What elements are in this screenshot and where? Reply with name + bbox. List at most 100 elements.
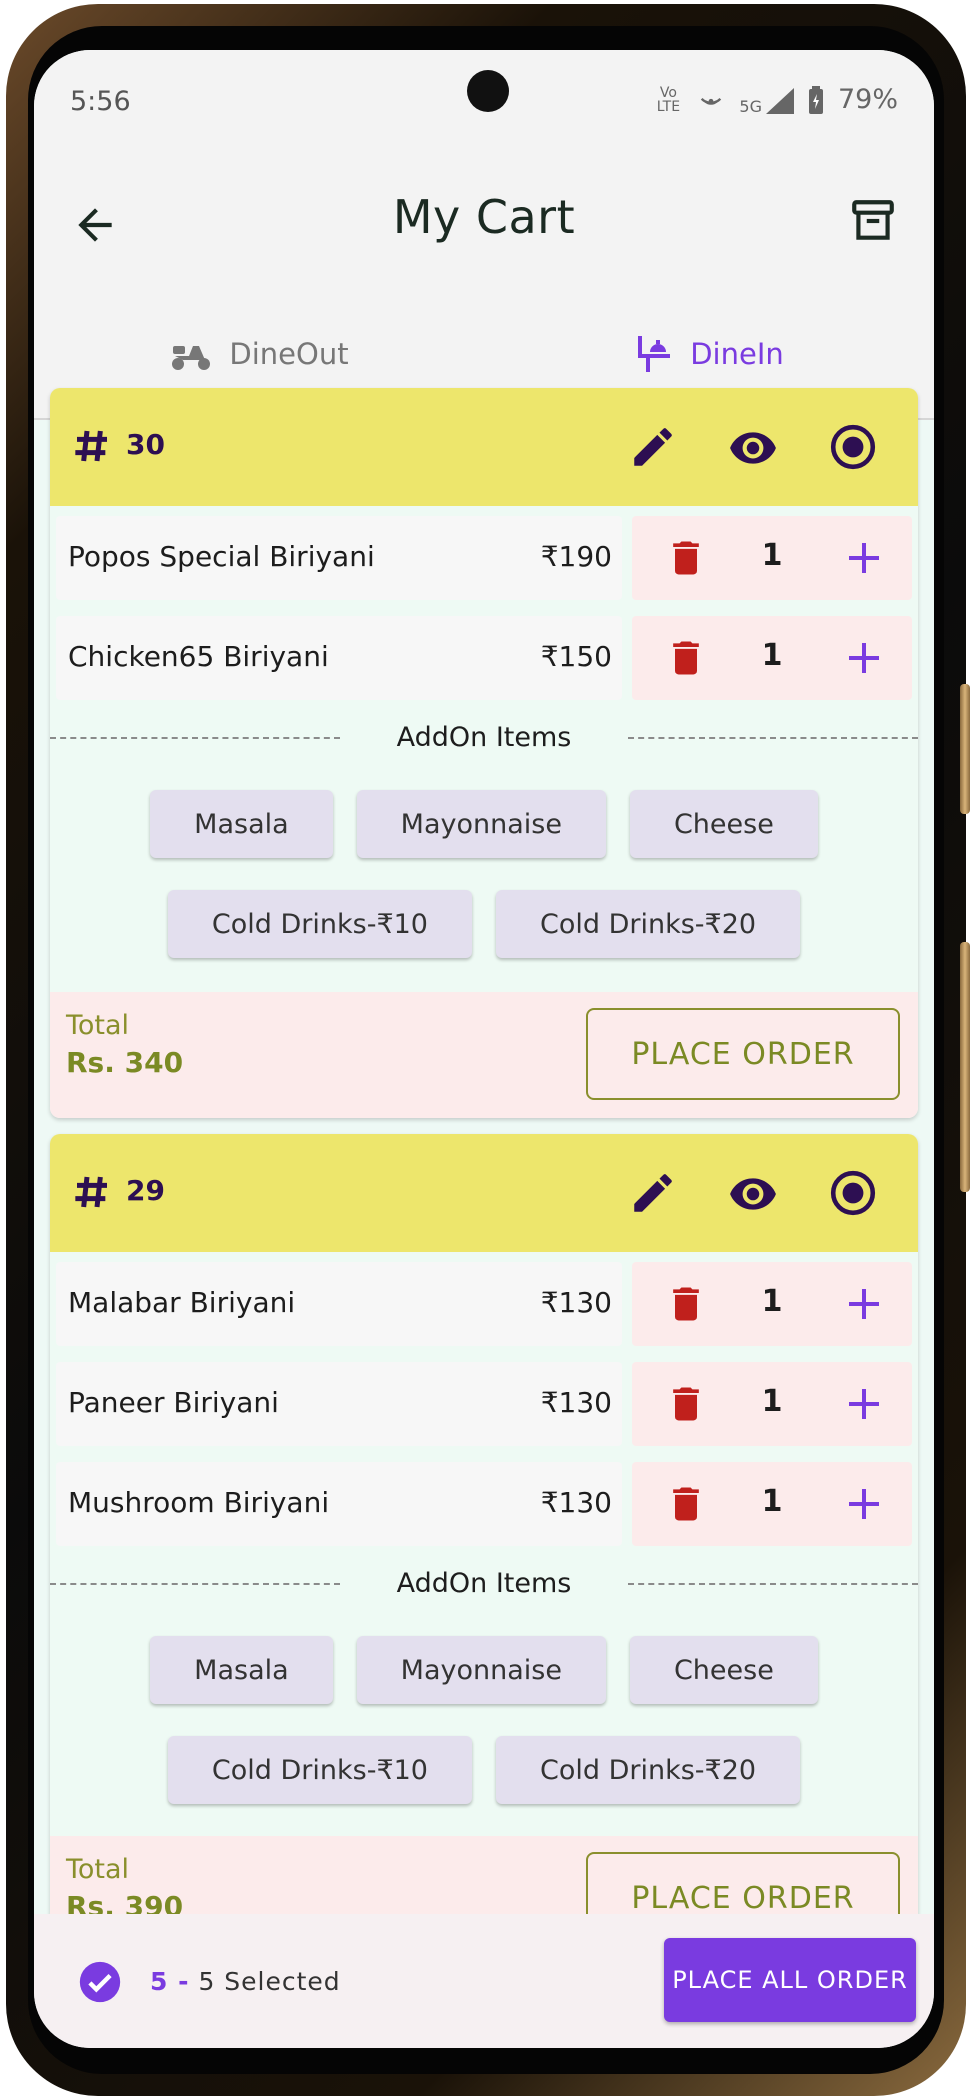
addon-chips-row: Cold Drinks-₹10 Cold Drinks-₹20 xyxy=(50,1736,918,1804)
signal-bars-icon xyxy=(765,87,794,114)
cart-item-row: Popos Special Biriyani ₹190 1 xyxy=(56,516,912,600)
radio-selected-icon[interactable] xyxy=(828,1168,878,1218)
addon-divider: AddOn Items xyxy=(50,718,918,758)
quantity-stepper: 1 xyxy=(632,1262,912,1346)
addon-chips-row: Cold Drinks-₹10 Cold Drinks-₹20 xyxy=(50,890,918,958)
cart-item-row: Mushroom Biriyani ₹130 1 xyxy=(56,1462,912,1546)
tab-dinein-label: DineIn xyxy=(690,337,784,371)
hash-icon xyxy=(75,1176,107,1208)
order-number: 29 xyxy=(126,1174,165,1207)
item-quantity: 1 xyxy=(761,1284,783,1319)
addon-chip[interactable]: Cold Drinks-₹10 xyxy=(167,890,472,958)
addon-chip[interactable]: Masala xyxy=(150,1636,333,1704)
addon-chip[interactable]: Cheese xyxy=(629,790,818,858)
trash-icon[interactable] xyxy=(664,1382,708,1426)
item-price: ₹150 xyxy=(540,640,612,673)
item-name: Paneer Biriyani xyxy=(68,1386,279,1419)
cart-item-info: Mushroom Biriyani ₹130 xyxy=(56,1462,622,1546)
check-circle-icon[interactable] xyxy=(78,1960,122,2004)
order-card: 30 Popos Special Biriyani ₹190 1 Chicken… xyxy=(50,388,918,1118)
edit-pencil-icon[interactable] xyxy=(628,422,678,472)
cart-item-row: Malabar Biriyani ₹130 1 xyxy=(56,1262,912,1346)
addon-chip[interactable]: Masala xyxy=(150,790,333,858)
trash-icon[interactable] xyxy=(664,1482,708,1526)
order-total-bar: Total Rs. 390 PLACE ORDER xyxy=(50,1836,918,1924)
volume-button xyxy=(960,684,970,814)
trash-icon[interactable] xyxy=(664,636,708,680)
place-all-order-button[interactable]: PLACE ALL ORDER xyxy=(664,1938,916,2022)
trash-icon[interactable] xyxy=(664,1282,708,1326)
eye-icon[interactable] xyxy=(728,1168,778,1218)
addon-chip[interactable]: Cheese xyxy=(629,1636,818,1704)
radio-selected-icon[interactable] xyxy=(828,422,878,472)
quantity-stepper: 1 xyxy=(632,516,912,600)
quantity-stepper: 1 xyxy=(632,616,912,700)
item-quantity: 1 xyxy=(761,538,783,573)
quantity-stepper: 1 xyxy=(632,1462,912,1546)
item-name: Chicken65 Biriyani xyxy=(68,640,329,673)
status-bar: 5:56 Vo LTE 5G 79% xyxy=(34,50,934,160)
addon-chips-row: Masala Mayonnaise Cheese xyxy=(50,1636,918,1704)
plus-icon[interactable] xyxy=(844,638,884,678)
item-quantity: 1 xyxy=(761,638,783,673)
cart-item-row: Paneer Biriyani ₹130 1 xyxy=(56,1362,912,1446)
app-screen: 5:56 Vo LTE 5G 79% My Cart DineOut DineI… xyxy=(34,50,934,2048)
dine-in-icon xyxy=(638,336,671,372)
app-bar: My Cart xyxy=(34,160,934,290)
bottom-action-bar: 5 - 5 Selected PLACE ALL ORDER xyxy=(34,1914,934,2048)
order-total-bar: Total Rs. 340 PLACE ORDER xyxy=(50,992,918,1118)
trash-icon[interactable] xyxy=(664,536,708,580)
selection-summary: 5 - 5 Selected xyxy=(150,1967,341,1996)
cart-item-info: Popos Special Biriyani ₹190 xyxy=(56,516,622,600)
power-button xyxy=(960,942,970,1192)
tab-dineout-label: DineOut xyxy=(229,337,349,371)
order-number: 30 xyxy=(126,428,165,461)
plus-icon[interactable] xyxy=(844,1284,884,1324)
place-order-button[interactable]: PLACE ORDER xyxy=(586,1008,900,1100)
total-value: Rs. 340 xyxy=(66,1046,184,1079)
status-icons: Vo LTE 5G 79% xyxy=(653,84,898,115)
addon-chip[interactable]: Mayonnaise xyxy=(356,790,606,858)
volte-icon: Vo LTE xyxy=(656,84,681,115)
quantity-stepper: 1 xyxy=(632,1362,912,1446)
battery-percent: 79% xyxy=(837,84,898,115)
cart-item-info: Malabar Biriyani ₹130 xyxy=(56,1262,622,1346)
plus-icon[interactable] xyxy=(844,1484,884,1524)
edit-pencil-icon[interactable] xyxy=(628,1168,678,1218)
item-quantity: 1 xyxy=(761,1484,783,1519)
addon-chip[interactable]: Cold Drinks-₹20 xyxy=(496,1736,801,1804)
eye-icon[interactable] xyxy=(728,422,778,472)
item-name: Popos Special Biriyani xyxy=(68,540,375,573)
item-name: Malabar Biriyani xyxy=(68,1286,296,1319)
item-price: ₹130 xyxy=(540,1486,612,1519)
divider-line-right xyxy=(628,737,918,739)
status-time: 5:56 xyxy=(70,86,131,117)
item-price: ₹190 xyxy=(540,540,612,573)
order-card-header: 30 xyxy=(50,388,918,506)
archive-icon[interactable] xyxy=(848,196,898,246)
addon-chip[interactable]: Mayonnaise xyxy=(356,1636,606,1704)
addon-chip[interactable]: Cold Drinks-₹10 xyxy=(167,1736,472,1804)
scooter-icon xyxy=(172,346,211,370)
cart-item-row: Chicken65 Biriyani ₹150 1 xyxy=(56,616,912,700)
addon-chip[interactable]: Cold Drinks-₹20 xyxy=(496,890,801,958)
item-quantity: 1 xyxy=(761,1384,783,1419)
cart-item-info: Chicken65 Biriyani ₹150 xyxy=(56,616,622,700)
addon-divider: AddOn Items xyxy=(50,1564,918,1604)
selection-count: 5 - xyxy=(150,1967,190,1996)
item-price: ₹130 xyxy=(540,1286,612,1319)
order-card: 29 Malabar Biriyani ₹130 1 Paneer Biriya… xyxy=(50,1134,918,1924)
hotspot-icon xyxy=(701,97,722,105)
item-name: Mushroom Biriyani xyxy=(68,1486,330,1519)
total-label: Total xyxy=(66,1854,130,1885)
camera-cutout xyxy=(467,70,509,112)
cart-item-info: Paneer Biriyani ₹130 xyxy=(56,1362,622,1446)
addon-chips-row: Masala Mayonnaise Cheese xyxy=(50,790,918,858)
plus-icon[interactable] xyxy=(844,538,884,578)
plus-icon[interactable] xyxy=(844,1384,884,1424)
selected-label: 5 Selected xyxy=(198,1967,341,1996)
divider-line-right xyxy=(628,1583,918,1585)
page-title: My Cart xyxy=(392,190,576,244)
item-price: ₹130 xyxy=(540,1386,612,1419)
total-label: Total xyxy=(66,1010,130,1041)
